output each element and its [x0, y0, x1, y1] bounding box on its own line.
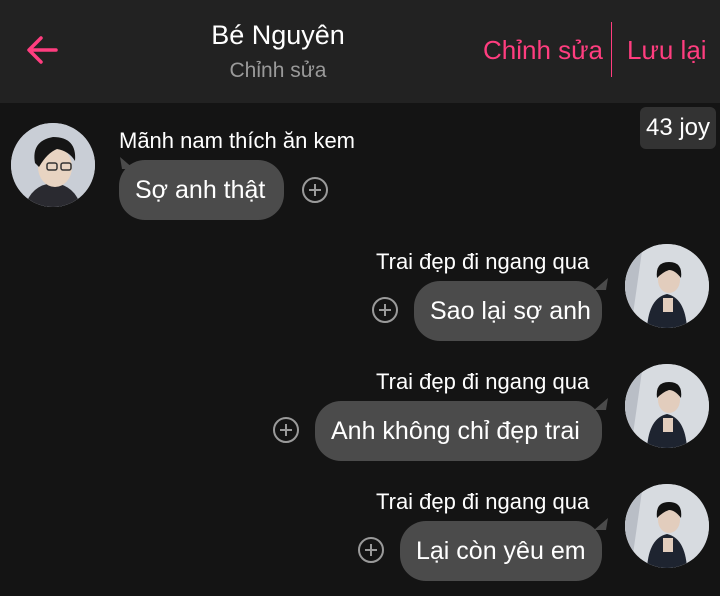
sender-name: Trai đẹp đi ngang qua [376, 489, 590, 514]
avatar-image [625, 484, 709, 568]
avatar[interactable] [625, 364, 709, 448]
arrow-left-icon[interactable] [24, 32, 60, 68]
sender-name: Trai đẹp đi ngang qua [376, 369, 590, 394]
sender-name: Mãnh nam thích ăn kem [119, 128, 356, 153]
message-bubble[interactable]: Sợ anh thật [119, 160, 284, 220]
plus-circle-icon[interactable] [302, 177, 328, 203]
bubble-tail [594, 278, 608, 290]
plus-circle-icon[interactable] [273, 417, 299, 443]
message-bubble[interactable]: Anh không chỉ đẹp trai [315, 401, 602, 461]
avatar[interactable] [11, 123, 95, 207]
page-title: Bé Nguyên [211, 20, 345, 50]
app-header: Bé Nguyên Chỉnh sửa Chỉnh sửa Lưu lại [0, 0, 720, 103]
sender-name: Trai đẹp đi ngang qua [376, 249, 590, 274]
message-bubble[interactable]: Lại còn yêu em [400, 521, 602, 581]
page-subtitle: Chỉnh sửa [229, 59, 327, 82]
avatar-image [11, 123, 95, 207]
bubble-tail [594, 518, 608, 530]
avatar-image [625, 364, 709, 448]
title-block: Bé Nguyên Chỉnh sửa [160, 18, 396, 86]
header-divider [611, 22, 612, 77]
plus-circle-icon[interactable] [358, 537, 384, 563]
plus-circle-icon[interactable] [372, 297, 398, 323]
joy-badge: 43 joy [640, 107, 716, 149]
save-button[interactable]: Lưu lại [627, 30, 707, 70]
edit-button[interactable]: Chỉnh sửa [483, 30, 603, 70]
message-bubble[interactable]: Sao lại sợ anh [414, 281, 602, 341]
avatar-image [625, 244, 709, 328]
bubble-tail [594, 398, 608, 410]
avatar[interactable] [625, 244, 709, 328]
avatar[interactable] [625, 484, 709, 568]
